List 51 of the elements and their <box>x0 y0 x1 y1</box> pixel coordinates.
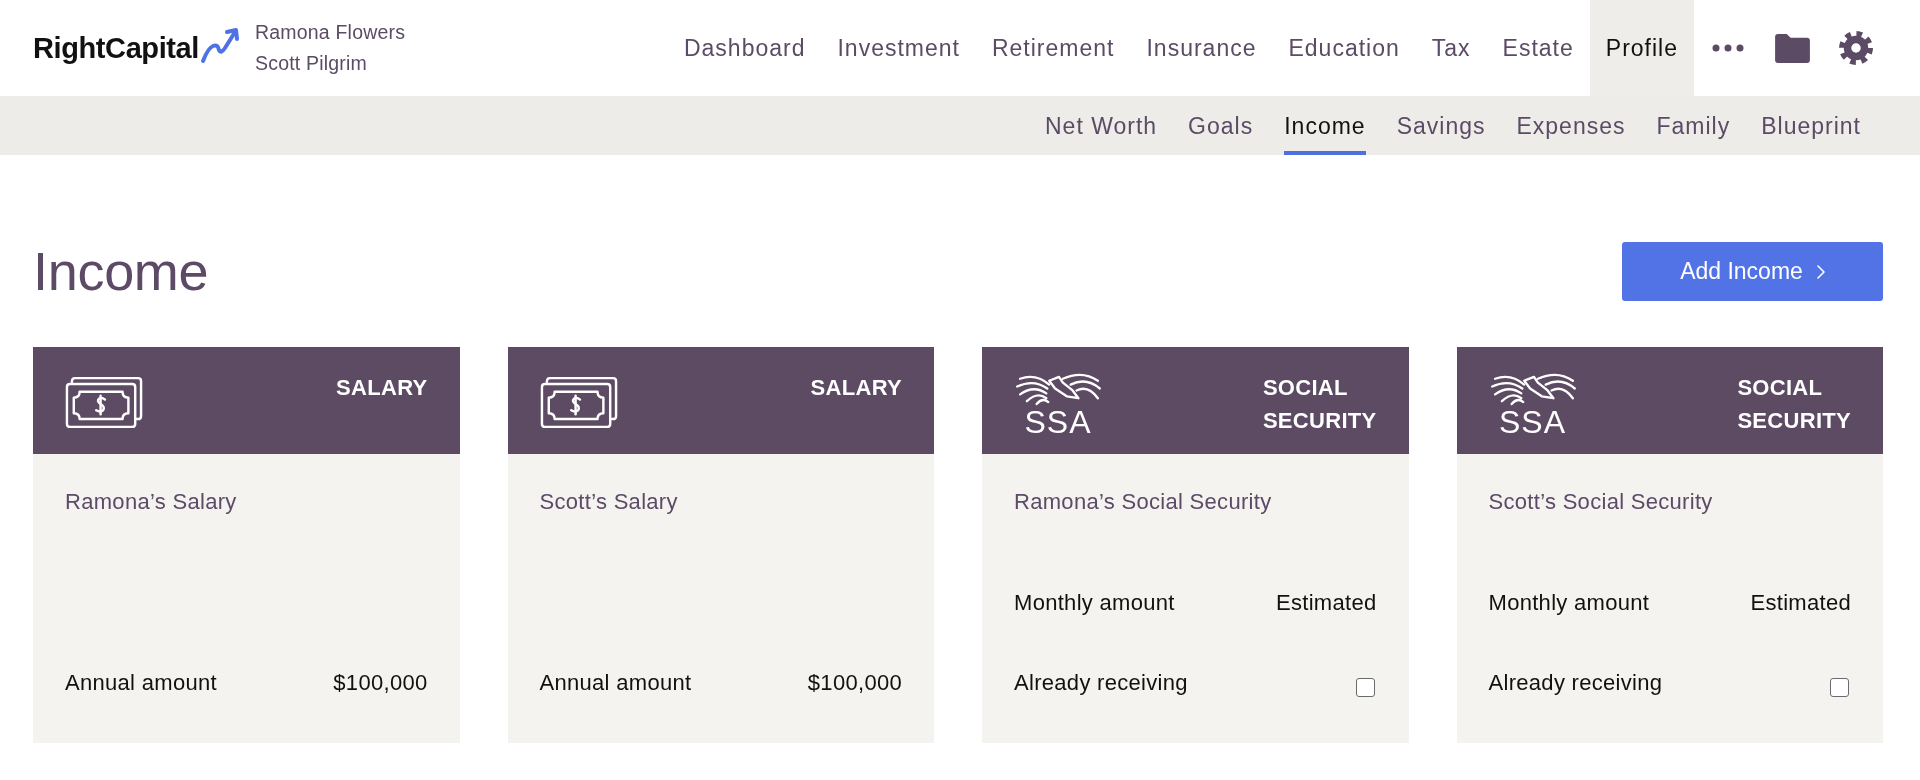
nav-tab[interactable]: Profile <box>1589 0 1694 96</box>
checkbox[interactable] <box>1355 677 1375 697</box>
subnav-tab[interactable]: Goals <box>1188 96 1254 155</box>
subnav-tab[interactable]: Blueprint <box>1761 96 1861 155</box>
field-value: $100,000 <box>333 670 428 696</box>
client-name: Ramona Flowers <box>255 20 406 45</box>
field-label: Monthly amount <box>1014 590 1175 616</box>
field-label: Already receiving <box>1014 670 1188 696</box>
income-type-label: SALARY <box>336 374 428 402</box>
settings-icon[interactable] <box>1839 31 1873 65</box>
more-icon[interactable] <box>1712 44 1744 52</box>
nav-tab[interactable]: Insurance <box>1130 0 1273 96</box>
field-label: Annual amount <box>65 670 217 696</box>
field-label: Annual amount <box>539 670 692 696</box>
field-label: Monthly amount <box>1488 590 1650 616</box>
eagle-icon <box>1488 371 1577 406</box>
income-type-label: SOCIAL SECURITY <box>1737 374 1851 435</box>
income-name: Ramona’s Social Security <box>1014 488 1273 516</box>
subnav-tab[interactable]: Family <box>1656 96 1731 155</box>
chevron-right-icon <box>1816 264 1825 279</box>
income-name: Scott’s Social Security <box>1488 488 1714 516</box>
eagle-icon <box>1014 371 1102 406</box>
logo-text: RightCapital <box>33 31 199 66</box>
field-label: Already receiving <box>1488 670 1663 696</box>
banknote-icon <box>65 376 143 429</box>
subnav-tab[interactable]: Net Worth <box>1045 96 1158 155</box>
add-income-button[interactable]: Add Income <box>1622 242 1883 301</box>
field-value: Estimated <box>1275 590 1377 616</box>
income-name: Ramona’s Salary <box>65 488 238 516</box>
nav-tab[interactable]: Estate <box>1486 0 1590 96</box>
nav-tab[interactable]: Education <box>1272 0 1416 96</box>
income-name: Scott’s Salary <box>539 488 679 516</box>
subnav-tab[interactable]: Income <box>1284 96 1366 155</box>
checkbox[interactable] <box>1830 677 1849 697</box>
nav-tab[interactable]: Dashboard <box>667 0 822 96</box>
page-title: Income <box>33 242 209 301</box>
subnav-tab[interactable]: Savings <box>1396 96 1486 155</box>
field-value: Estimated <box>1750 590 1851 616</box>
subnav-tab[interactable]: Expenses <box>1516 96 1626 155</box>
field-value: $100,000 <box>807 670 902 696</box>
folder-icon[interactable] <box>1775 33 1810 63</box>
nav-tab[interactable]: Tax <box>1415 0 1487 96</box>
income-type-label: SOCIAL SECURITY <box>1262 374 1377 435</box>
squiggle-arrow-icon <box>200 26 240 64</box>
banknote-icon <box>539 376 618 429</box>
logo-text: SSA <box>1499 406 1566 438</box>
client-name: Scott Pilgrim <box>255 51 369 76</box>
nav-tab[interactable]: Investment <box>821 0 976 96</box>
logo-text: SSA <box>1024 406 1092 438</box>
income-type-label: SALARY <box>810 374 902 402</box>
nav-tab[interactable]: Retirement <box>975 0 1131 96</box>
